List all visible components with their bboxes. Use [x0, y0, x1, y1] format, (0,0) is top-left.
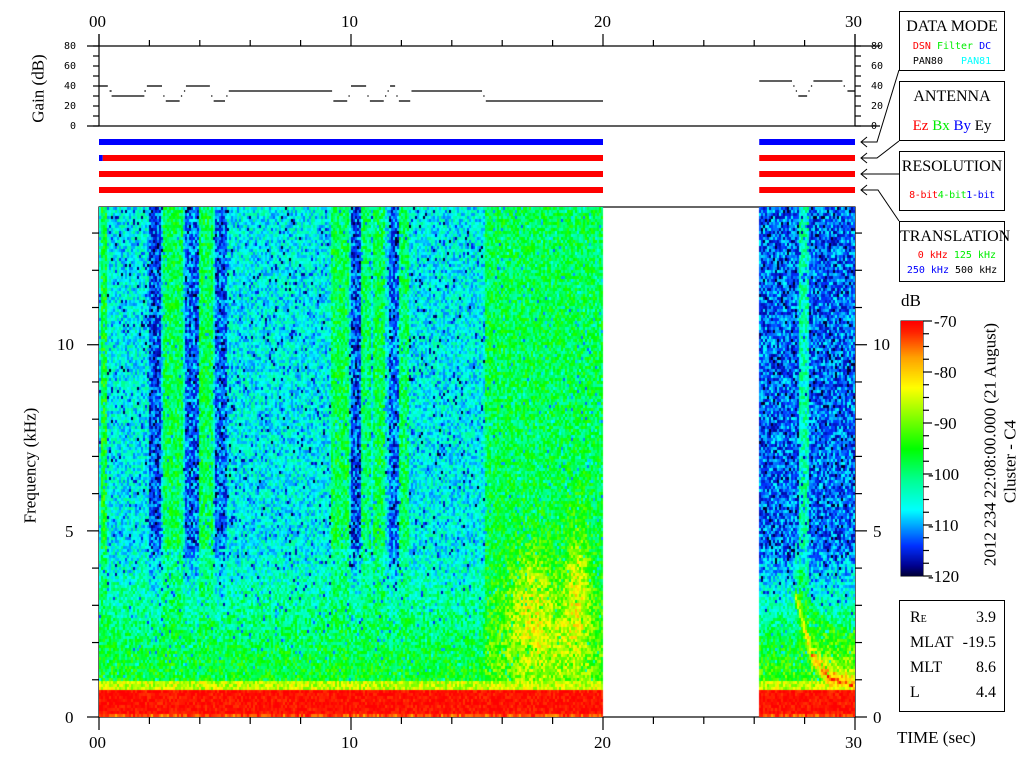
gain-tick-right: 20 — [871, 101, 884, 112]
status-bar-resolution — [99, 171, 603, 177]
legend-item-125khz: 125 kHz — [953, 250, 996, 261]
info-key: R — [910, 609, 921, 626]
legend-item-by: By — [953, 118, 971, 134]
time-tick-top: 00 — [89, 12, 106, 31]
time-tick-top: 20 — [594, 12, 611, 31]
time-axis-label: TIME (sec) — [897, 728, 976, 747]
spacecraft-label: Cluster - C4 — [1000, 419, 1020, 504]
info-key: MLAT — [910, 634, 954, 651]
info-value: 3.9 — [976, 609, 996, 626]
status-bar-antenna — [99, 155, 103, 161]
legend-item-pan81: PAN81 — [961, 56, 992, 67]
info-row-re: RE 3.9 — [910, 609, 996, 629]
gain-tick-left: 20 — [64, 101, 77, 112]
time-tick-top: 10 — [341, 12, 358, 31]
legend-item-ez: Ez — [912, 118, 929, 134]
info-row-mlat: MLAT -19.5 — [910, 634, 996, 654]
gain-tick-left: 0 — [70, 121, 77, 132]
info-row-l: L 4.4 — [910, 684, 996, 704]
frequency-axis-label: Frequency (kHz) — [20, 407, 40, 524]
legend-item-0khz: 0 kHz — [917, 250, 948, 261]
gain-tick-right: 0 — [871, 121, 878, 132]
time-tick-bottom: 00 — [89, 733, 106, 752]
legend-title: TRANSLATION — [900, 228, 1011, 245]
legend-item-pan80: PAN80 — [912, 56, 943, 67]
gain-tick-left: 80 — [64, 41, 77, 52]
legend-item-8bit: 8-bit — [909, 190, 938, 201]
status-bar-antenna — [759, 155, 855, 161]
info-key: L — [910, 684, 920, 701]
legend-item-dc: DC — [979, 41, 992, 52]
info-key: MLT — [910, 659, 943, 676]
colorbar-tick: -70 — [934, 312, 957, 331]
status-bar-translation — [759, 187, 855, 193]
colorbar-tick: -100 — [928, 465, 960, 484]
legend-item-1bit: 1-bit — [966, 190, 995, 201]
legend-title: RESOLUTION — [901, 158, 1003, 175]
info-value: -19.5 — [962, 634, 996, 651]
resolution-legend: RESOLUTION 8-bit4-bit1-bit — [899, 151, 1005, 211]
status-bar-data_mode — [759, 139, 855, 145]
freq-tick-right: 5 — [873, 522, 882, 541]
legend-title: DATA MODE — [906, 18, 998, 35]
legend-item-bx: Bx — [932, 118, 950, 134]
freq-tick-left: 10 — [57, 335, 74, 354]
gain-tick-left: 40 — [64, 81, 77, 92]
freq-tick-right: 10 — [873, 335, 890, 354]
spectrogram-heatmap — [99, 207, 855, 717]
freq-tick-left: 5 — [65, 522, 74, 541]
gain-tick-left: 60 — [64, 61, 77, 72]
antenna-connector — [861, 140, 900, 159]
legend-item-dsn: DSN — [912, 41, 931, 52]
status-bar-resolution — [759, 171, 855, 177]
legend-item-4bit: 4-bit — [937, 190, 967, 201]
info-value: 4.4 — [976, 684, 996, 701]
colorbar-tick: -80 — [934, 363, 957, 382]
time-tick-bottom: 20 — [594, 733, 611, 752]
orbit-info-box: RE 3.9 MLAT -19.5 MLT 8.6 L 4.4 — [899, 600, 1005, 712]
legend-item-250khz: 250 kHz — [906, 265, 949, 276]
time-tick-top: 30 — [845, 12, 862, 31]
timestamp-label: 2012 234 22:08:00.000 (21 August) — [980, 322, 1000, 567]
status-bar-translation — [99, 187, 603, 193]
legend-item-500khz: 500 kHz — [955, 265, 998, 276]
gain-axis-label: Gain (dB) — [28, 54, 48, 123]
gain-tick-right: 80 — [871, 41, 884, 52]
time-tick-bottom: 30 — [845, 733, 862, 752]
data-mode-legend: DATA MODE DSN Filter DC PAN80 PAN81 — [899, 11, 1005, 71]
time-tick-bottom: 10 — [341, 733, 358, 752]
gain-tick-right: 60 — [871, 61, 884, 72]
colorbar-tick: -120 — [928, 567, 960, 586]
legend-item-filter: Filter — [936, 41, 974, 52]
info-key-subscript: E — [920, 614, 927, 625]
info-value: 8.6 — [976, 659, 996, 676]
translation-legend: TRANSLATION 0 kHz 125 kHz 250 kHz 500 kH… — [899, 221, 1011, 282]
gain-tick-right: 40 — [871, 81, 884, 92]
freq-tick-left: 0 — [65, 708, 74, 727]
colorbar-gradient — [901, 321, 923, 576]
colorbar-unit: dB — [901, 291, 921, 310]
legend-item-ey: Ey — [974, 118, 992, 134]
colorbar-tick: -90 — [934, 414, 957, 433]
freq-tick-right: 0 — [873, 708, 882, 727]
antenna-legend: ANTENNA Ez Bx By Ey — [899, 81, 1005, 141]
info-row-mlt: MLT 8.6 — [910, 659, 996, 679]
legend-title: ANTENNA — [913, 88, 991, 105]
status-bar-antenna — [102, 155, 603, 161]
status-bar-data_mode — [99, 139, 603, 145]
colorbar-tick: -110 — [928, 516, 959, 535]
